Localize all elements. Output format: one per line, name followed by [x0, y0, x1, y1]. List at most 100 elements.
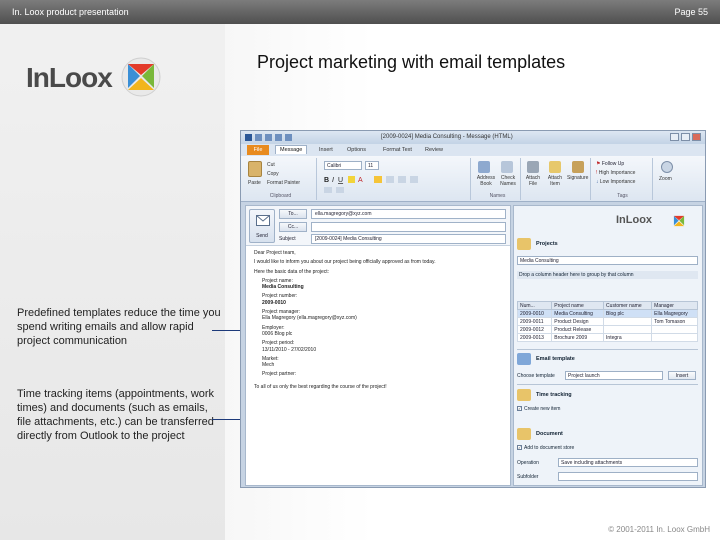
high-importance-label: High Importance [598, 170, 636, 176]
table-row[interactable]: 2009-0013 Brochure 2009 Integra [516, 333, 698, 342]
svg-text:U: U [338, 177, 343, 184]
table-cell: Tom Tomason [651, 317, 698, 326]
table-cell: Brochure 2009 [551, 333, 605, 342]
body-line: Ella Magregory (ella.magregory@xyz.com) [262, 315, 357, 322]
zoom-button[interactable]: Zoom [659, 176, 672, 182]
table-cell [651, 333, 698, 342]
address-book-button[interactable]: Address Book [476, 175, 496, 187]
paste-button[interactable]: Paste [248, 180, 261, 186]
zoom-icon [661, 161, 673, 173]
copyright-footer: © 2001-2011 In. Loox GmbH [608, 525, 710, 534]
font-family-select[interactable]: Calibri [324, 161, 362, 170]
panel-logo-text: InLoox [616, 214, 653, 226]
table-cell: Ella Magregory [651, 309, 698, 318]
projects-table: Num... Project name Customer name Manage… [516, 301, 698, 342]
time-tracking-heading: Time tracking [536, 392, 572, 398]
body-line: Media Consulting [262, 284, 304, 291]
minimize-button[interactable] [670, 133, 679, 141]
document-heading: Document [536, 431, 563, 437]
table-cell: Product Release [551, 325, 605, 334]
quick-access-toolbar[interactable] [245, 133, 305, 141]
basic-text-group: Calibri 11 B I U A [321, 158, 471, 200]
check-names-icon [501, 161, 513, 173]
message-body[interactable]: Dear Project team, I would like to infor… [254, 250, 504, 390]
body-line: 0006 Blog plc [262, 330, 293, 337]
inloox-x-icon [121, 57, 161, 97]
column-header-customer[interactable]: Customer name [603, 301, 653, 310]
body-line: Project partner: [262, 371, 297, 378]
tab-options[interactable]: Options [347, 147, 366, 153]
text-formatting-icons: B I U A [324, 176, 418, 193]
subfolder-select[interactable] [558, 472, 698, 481]
insert-button[interactable]: Insert [668, 371, 696, 380]
font-size-select[interactable]: 11 [365, 161, 379, 170]
send-envelope-icon [256, 215, 270, 226]
high-importance-button[interactable]: ! High Importance [596, 170, 635, 176]
paste-icon [248, 161, 262, 177]
body-line: I would like to inform you about our pro… [254, 259, 436, 266]
signature-button[interactable]: Signature [567, 175, 588, 181]
cc-field[interactable] [311, 222, 506, 232]
add-to-document-store-checkbox[interactable]: ✓ Add to document store [517, 445, 700, 451]
email-template-heading: Email template [536, 356, 575, 362]
subject-field[interactable]: [2009-0024] Media Consulting [311, 234, 506, 244]
slide-title: Project marketing with email templates [257, 52, 566, 72]
project-select[interactable]: Media Consulting [517, 256, 698, 265]
panel-logo-icon [673, 215, 685, 227]
column-header-manager[interactable]: Manager [651, 301, 698, 310]
column-header-number[interactable]: Num... [516, 301, 553, 310]
message-header: Send To... ella.magregory@xyz.com Cc... … [246, 206, 510, 246]
check-names-button[interactable]: Check Names [498, 175, 518, 187]
add-to-document-store-label: Add to document store [524, 445, 575, 451]
note-templates: Predefined templates reduce the time you… [17, 307, 221, 347]
to-button[interactable]: To... [279, 209, 307, 219]
attach-file-icon [527, 161, 539, 173]
copy-button[interactable]: Copy [267, 171, 279, 177]
ribbon: Paste Cut Copy Format Painter Clipboard … [241, 156, 705, 202]
create-new-item-checkbox[interactable]: ✓ Create new item [517, 406, 700, 412]
time-tracking-icon [517, 389, 531, 401]
signature-icon [572, 161, 584, 173]
body-line: Here the basic data of the project: [254, 268, 330, 275]
table-cell [603, 325, 653, 334]
send-button[interactable]: Send [249, 209, 275, 243]
table-row[interactable]: 2009-0011 Product Design Tom Tomason [516, 317, 698, 326]
ribbon-tabs: File Message Insert Options Format Text … [241, 144, 705, 156]
maximize-button[interactable] [681, 133, 690, 141]
table-cell: 2009-0011 [516, 317, 553, 326]
body-line: Mech [262, 362, 275, 369]
svg-text:B: B [324, 177, 329, 184]
column-header-project-name[interactable]: Project name [551, 301, 605, 310]
inloox-sidebar-panel: InLoox Projects Media Consulting Drop a … [513, 205, 703, 486]
to-field[interactable]: ella.magregory@xyz.com [311, 209, 506, 219]
tab-file[interactable]: File [247, 145, 269, 155]
format-painter-button[interactable]: Format Painter [267, 180, 300, 186]
attach-file-button[interactable]: Attach File [524, 175, 542, 187]
template-select[interactable]: Project launch [565, 371, 663, 380]
table-row[interactable]: 2009-0010 Media Consulting Blog plc Ella Ma… [516, 309, 698, 318]
table-cell: 2009-0012 [516, 325, 553, 334]
clipboard-label: Clipboard [269, 193, 292, 199]
attach-item-button[interactable]: Attach Item [545, 175, 565, 187]
tab-insert[interactable]: Insert [319, 147, 333, 153]
inloox-logo: InLoox [26, 56, 176, 98]
operation-label: Operation [517, 460, 539, 466]
follow-up-button[interactable]: ⚑ Follow Up [596, 161, 624, 167]
subfolder-label: Subfolder [517, 474, 539, 480]
quick-access-icons [245, 134, 292, 141]
tab-review[interactable]: Review [425, 147, 443, 153]
cc-button[interactable]: Cc... [279, 222, 307, 232]
projects-folder-icon [517, 238, 531, 250]
cut-button[interactable]: Cut [267, 162, 275, 168]
body-line: 13/11/2010 - 27/02/2010 [262, 346, 317, 353]
operation-select[interactable]: Save including attachments [558, 458, 698, 467]
checkbox-icon: ✓ [517, 445, 522, 451]
low-importance-button[interactable]: ↓ Low Importance [596, 179, 635, 185]
tab-message[interactable]: Message [275, 145, 308, 154]
address-book-icon [478, 161, 490, 173]
email-template-icon [517, 353, 531, 365]
close-button[interactable] [692, 133, 701, 141]
table-row[interactable]: 2009-0012 Product Release [516, 325, 698, 334]
outlook-message-window: [2009-0024] Media Consulting - Message (… [240, 130, 706, 488]
tab-format-text[interactable]: Format Text [383, 147, 412, 153]
